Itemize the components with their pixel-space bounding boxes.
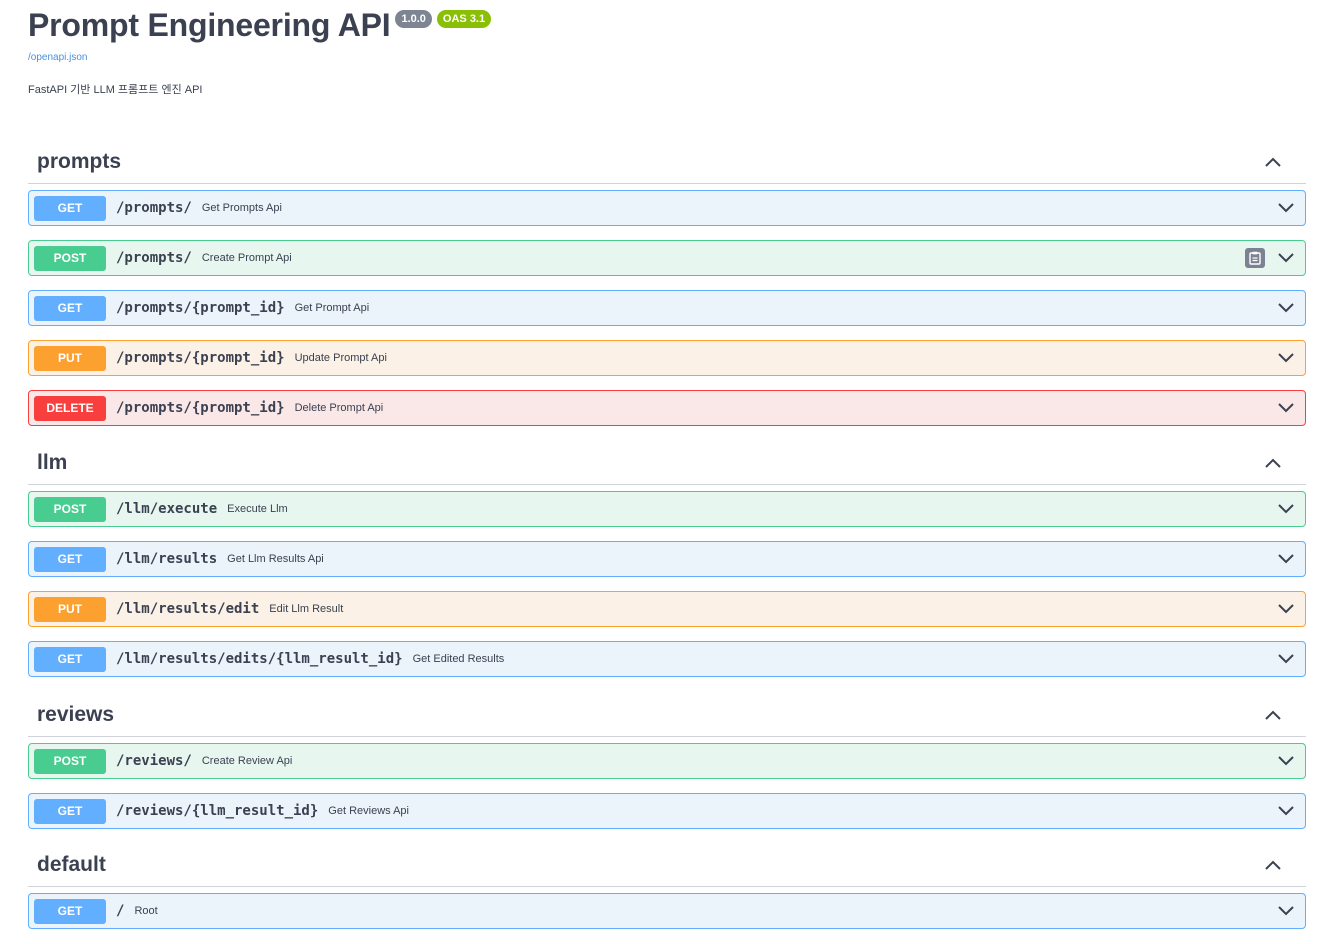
operation-summary: Get Reviews Api: [328, 805, 409, 817]
method-badge: GET: [34, 898, 106, 924]
operation-path: /llm/results: [116, 551, 218, 567]
operation-path: /reviews/: [116, 753, 192, 769]
operation-list: GET / Root: [28, 893, 1306, 929]
operation-row[interactable]: GET / Root: [28, 893, 1306, 929]
method-badge: GET: [34, 195, 106, 221]
operation-row[interactable]: GET /prompts/{prompt_id} Get Prompt Api: [28, 290, 1306, 326]
operation-row[interactable]: GET /llm/results/edits/{llm_result_id} G…: [28, 641, 1306, 677]
title-row: Prompt Engineering API 1.0.0 OAS 3.1: [28, 6, 1306, 44]
chevron-down-icon[interactable]: [1277, 752, 1295, 770]
operation-summary: Delete Prompt Api: [294, 402, 384, 414]
tag-name: reviews: [37, 702, 115, 726]
method-badge: GET: [34, 546, 106, 572]
api-description: FastAPI 기반 LLM 프롬프트 엔진 API: [28, 84, 203, 96]
tag-section-reviews: reviews POST /reviews/ Create Review Api…: [28, 693, 1306, 843]
method-badge: PUT: [34, 596, 106, 622]
chevron-up-icon[interactable]: [1263, 705, 1283, 725]
operation-row[interactable]: POST /prompts/ Create Prompt Api: [28, 240, 1306, 276]
chevron-down-icon[interactable]: [1277, 550, 1295, 568]
chevron-down-icon[interactable]: [1277, 650, 1295, 668]
chevron-up-icon[interactable]: [1263, 453, 1283, 473]
tag-name: prompts: [37, 149, 121, 173]
chevron-down-icon[interactable]: [1277, 600, 1295, 618]
tag-section-llm: llm POST /llm/execute Execute Llm GET /l…: [28, 441, 1306, 691]
tag-header-default[interactable]: default: [28, 843, 1306, 887]
operation-row[interactable]: POST /llm/execute Execute Llm: [28, 491, 1306, 527]
operation-path: /llm/execute: [116, 501, 218, 517]
clipboard-icon[interactable]: [1245, 248, 1265, 268]
operation-list: POST /llm/execute Execute Llm GET /llm/r…: [28, 491, 1306, 677]
chevron-down-icon[interactable]: [1277, 399, 1295, 417]
operation-path: /prompts/{prompt_id}: [116, 300, 285, 316]
method-badge: GET: [34, 295, 106, 321]
operation-path: /prompts/{prompt_id}: [116, 350, 285, 366]
operation-row[interactable]: DELETE /prompts/{prompt_id} Delete Promp…: [28, 390, 1306, 426]
chevron-up-icon[interactable]: [1263, 152, 1283, 172]
method-badge: GET: [34, 798, 106, 824]
openapi-json-link[interactable]: /openapi.json: [28, 52, 1306, 64]
chevron-down-icon[interactable]: [1277, 249, 1295, 267]
operation-row[interactable]: PUT /llm/results/edit Edit Llm Result: [28, 591, 1306, 627]
operation-summary: Create Review Api: [201, 755, 293, 767]
operation-summary: Get Prompt Api: [294, 302, 370, 314]
operation-summary: Root: [134, 905, 158, 917]
operation-row[interactable]: PUT /prompts/{prompt_id} Update Prompt A…: [28, 340, 1306, 376]
operation-path: /prompts/{prompt_id}: [116, 400, 285, 416]
oas-badge: OAS 3.1: [436, 10, 492, 28]
operation-summary: Edit Llm Result: [269, 603, 344, 615]
operation-summary: Create Prompt Api: [201, 252, 292, 264]
operation-summary: Execute Llm: [227, 503, 288, 515]
tag-header-llm[interactable]: llm: [28, 441, 1306, 485]
method-badge: GET: [34, 646, 106, 672]
tag-header-prompts[interactable]: prompts: [28, 140, 1306, 184]
operation-row[interactable]: GET /reviews/{llm_result_id} Get Reviews…: [28, 793, 1306, 829]
operation-path: /prompts/: [116, 250, 192, 266]
method-badge: POST: [34, 245, 106, 271]
api-title: Prompt Engineering API: [28, 7, 391, 43]
version-badge: 1.0.0: [395, 10, 432, 28]
chevron-down-icon[interactable]: [1277, 199, 1295, 217]
operation-summary: Update Prompt Api: [294, 352, 387, 364]
operation-summary: Get Llm Results Api: [227, 553, 324, 565]
operation-path: /reviews/{llm_result_id}: [116, 803, 319, 819]
operation-row[interactable]: POST /reviews/ Create Review Api: [28, 743, 1306, 779]
method-badge: POST: [34, 496, 106, 522]
chevron-down-icon[interactable]: [1277, 902, 1295, 920]
operation-path: /: [116, 903, 125, 919]
tag-section-prompts: prompts GET /prompts/ Get Prompts Api PO…: [28, 140, 1306, 440]
chevron-down-icon[interactable]: [1277, 802, 1295, 820]
chevron-down-icon[interactable]: [1277, 500, 1295, 518]
operation-row[interactable]: GET /prompts/ Get Prompts Api: [28, 190, 1306, 226]
operation-path: /llm/results/edit: [116, 601, 260, 617]
operation-path: /llm/results/edits/{llm_result_id}: [116, 651, 403, 667]
operation-summary: Get Edited Results: [412, 653, 505, 665]
tag-name: default: [37, 852, 106, 876]
api-info: Prompt Engineering API 1.0.0 OAS 3.1 /op…: [28, 6, 1306, 97]
tag-section-default: default GET / Root: [28, 843, 1306, 943]
chevron-down-icon[interactable]: [1277, 299, 1295, 317]
operation-row[interactable]: GET /llm/results Get Llm Results Api: [28, 541, 1306, 577]
tag-name: llm: [37, 450, 68, 474]
tag-header-reviews[interactable]: reviews: [28, 693, 1306, 737]
chevron-down-icon[interactable]: [1277, 349, 1295, 367]
chevron-up-icon[interactable]: [1263, 855, 1283, 875]
operation-list: GET /prompts/ Get Prompts Api POST /prom…: [28, 190, 1306, 426]
operation-list: POST /reviews/ Create Review Api GET /re…: [28, 743, 1306, 829]
operation-summary: Get Prompts Api: [201, 202, 282, 214]
method-badge: DELETE: [34, 395, 106, 421]
operation-path: /prompts/: [116, 200, 192, 216]
method-badge: POST: [34, 748, 106, 774]
method-badge: PUT: [34, 345, 106, 371]
